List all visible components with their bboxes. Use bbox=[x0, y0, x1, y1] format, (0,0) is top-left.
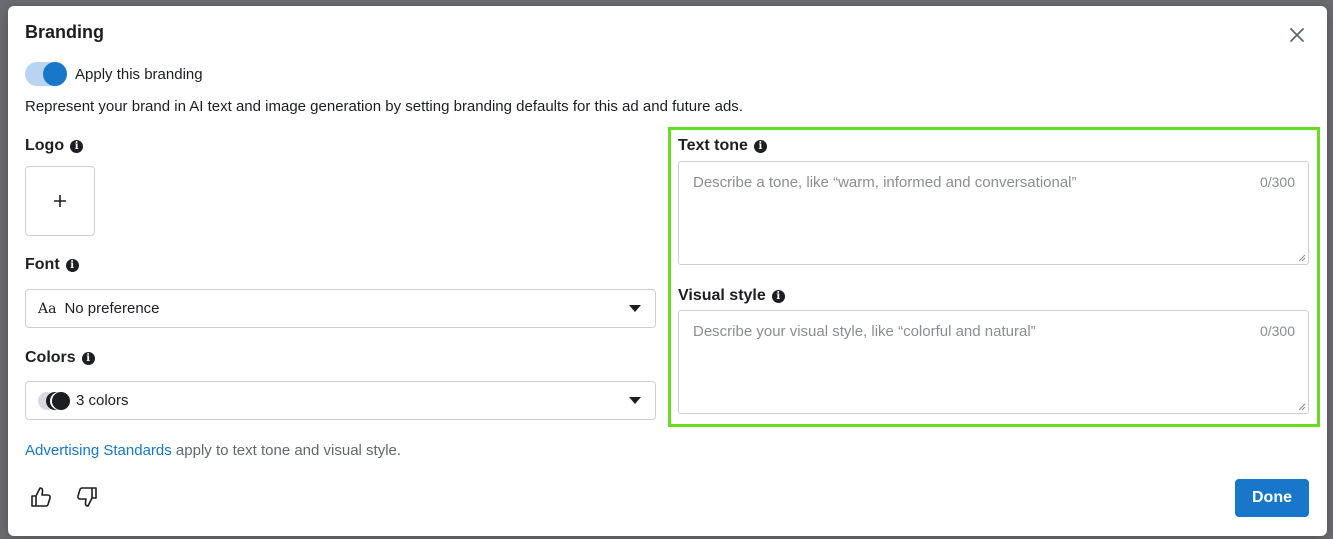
visual-style-counter: 0/300 bbox=[1259, 323, 1295, 339]
add-logo-button[interactable] bbox=[25, 166, 95, 236]
visual-style-section-label: Visual style i bbox=[678, 287, 785, 305]
info-icon[interactable]: i bbox=[81, 351, 95, 365]
thumbs-up-button[interactable] bbox=[30, 486, 54, 510]
text-tone-textarea[interactable]: Describe a tone, like “warm, informed an… bbox=[678, 161, 1309, 265]
advertising-standards-link[interactable]: Advertising Standards bbox=[25, 442, 172, 459]
text-tone-section-label: Text tone i bbox=[678, 137, 767, 155]
footnote-text: apply to text tone and visual style. bbox=[171, 442, 402, 459]
toggle-knob bbox=[43, 62, 67, 86]
chevron-down-icon bbox=[629, 305, 641, 312]
font-select-value: No preference bbox=[64, 300, 160, 317]
chevron-down-icon bbox=[629, 397, 641, 404]
apply-branding-toggle[interactable] bbox=[25, 62, 67, 86]
close-button[interactable] bbox=[1286, 24, 1308, 46]
info-icon[interactable]: i bbox=[70, 139, 84, 153]
colors-select[interactable]: 3 colors bbox=[25, 381, 656, 420]
close-icon bbox=[1290, 28, 1304, 42]
logo-label: Logo bbox=[25, 137, 65, 154]
text-tone-counter: 0/300 bbox=[1259, 174, 1295, 190]
font-section-label: Font i bbox=[25, 256, 79, 274]
thumbs-down-icon bbox=[77, 487, 97, 507]
done-button[interactable]: Done bbox=[1235, 479, 1309, 517]
colors-select-value: 3 colors bbox=[76, 392, 129, 409]
dialog-title: Branding bbox=[25, 22, 104, 42]
apply-branding-label: Apply this branding bbox=[75, 65, 203, 83]
colors-label: Colors bbox=[25, 349, 76, 366]
visual-style-label: Visual style bbox=[678, 287, 766, 304]
thumbs-down-button[interactable] bbox=[76, 486, 100, 510]
visual-style-textarea[interactable]: Describe your visual style, like “colorf… bbox=[678, 310, 1309, 414]
resize-grip-icon[interactable] bbox=[1298, 403, 1306, 411]
font-aa-icon: Aa bbox=[38, 300, 57, 317]
resize-grip-icon[interactable] bbox=[1298, 254, 1306, 262]
info-icon[interactable]: i bbox=[753, 139, 767, 153]
logo-section-label: Logo i bbox=[25, 137, 84, 155]
thumbs-up-icon bbox=[31, 487, 51, 507]
plus-icon bbox=[54, 195, 66, 207]
info-icon[interactable]: i bbox=[771, 289, 785, 303]
text-tone-label: Text tone bbox=[678, 137, 748, 154]
font-label: Font bbox=[25, 256, 60, 273]
text-tone-placeholder: Describe a tone, like “warm, informed an… bbox=[693, 174, 1077, 191]
branding-dialog: Branding Apply this branding Represent y… bbox=[8, 6, 1327, 536]
color-swatches-icon bbox=[38, 391, 72, 410]
visual-style-placeholder: Describe your visual style, like “colorf… bbox=[693, 323, 1036, 340]
colors-section-label: Colors i bbox=[25, 349, 95, 367]
font-select[interactable]: Aa No preference bbox=[25, 289, 656, 328]
dialog-description: Represent your brand in AI text and imag… bbox=[25, 98, 743, 115]
advertising-standards-note: Advertising Standards apply to text tone… bbox=[25, 442, 401, 459]
info-icon[interactable]: i bbox=[65, 258, 79, 272]
apply-branding-row: Apply this branding bbox=[25, 62, 203, 86]
